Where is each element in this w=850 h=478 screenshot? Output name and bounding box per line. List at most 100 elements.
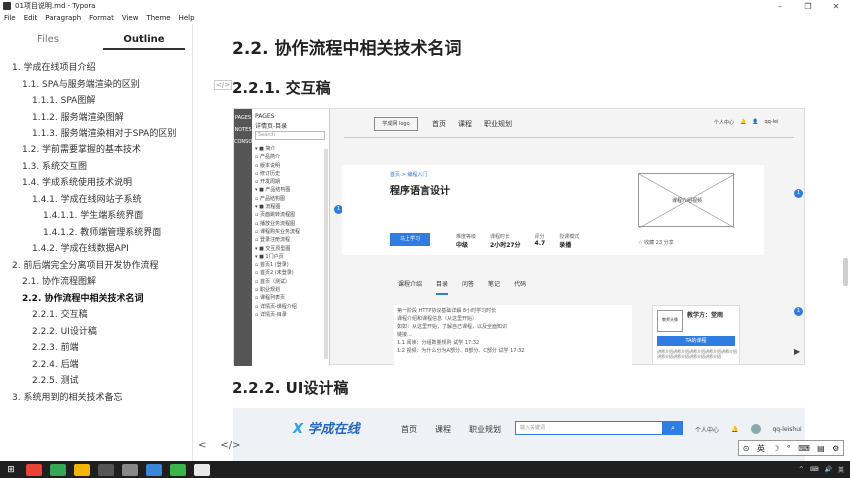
chrome-icon[interactable] [26,463,42,476]
app-icon[interactable] [194,463,210,476]
folder-icon[interactable] [74,463,90,476]
outline-item[interactable]: 2.2.5. 测试 [0,373,192,390]
code-marker-icon[interactable]: </> [214,80,233,90]
wire-learn-button: 马上学习 [390,233,430,246]
window-title: 01项目说明.md - Typora [15,2,96,10]
tool-strip: PAGES NOTES CONSOLE [234,109,259,366]
minimize-button[interactable]: – [766,2,794,11]
tree-item: ▫ 产品简介 [255,154,280,161]
toggle-sidebar-icon[interactable]: < [198,440,206,451]
scrollbar-thumb[interactable] [843,258,848,286]
wire-nav-right: 个人中心 🔔 👤 qq-lei [714,119,779,126]
bell-icon: 🔔 [731,425,739,433]
menu-edit[interactable]: Edit [20,14,42,22]
bell-icon: 🔔 [740,119,747,125]
close-button[interactable]: ✕ [822,2,850,11]
outline-item[interactable]: 2.1. 协作流程图解 [0,274,192,291]
teacher-avatar: 教师头像 [657,310,683,332]
outline-item[interactable]: 3. 系统用到的相关技术备忘 [0,390,192,407]
logo-text: 学成在线 [307,422,360,437]
wire-course-title: 程序语言设计 [390,186,450,197]
outline-item[interactable]: 2.2.4. 后端 [0,357,192,374]
outline-item[interactable]: 1.1. SPA与服务端渲染的区别 [0,77,192,94]
tree-item: ▫ 首页2 (未登录) [255,270,294,277]
menu-view[interactable]: View [118,14,143,22]
search-icon: ⌕ [663,421,683,435]
tray-expand-icon[interactable]: ^ [799,466,804,473]
volume-icon[interactable]: 🔊 [825,466,832,473]
start-button[interactable]: ⊞ [0,465,22,475]
terminal-icon[interactable] [98,463,114,476]
maximize-button[interactable]: ❐ [794,2,822,11]
punctuation-icon[interactable]: ° [787,444,791,453]
stat: 课程时长 2小时27分 [490,233,521,249]
chevron-right-icon: ▶ [794,347,801,356]
taskbar: ⊞ ^ ⌨ 🔊 英 [0,461,850,478]
source-code-mode-icon[interactable]: </> [220,440,240,451]
ui-username: qq-leishui [772,425,802,433]
toolbox-icon[interactable]: ▤ [817,444,825,453]
outline-item[interactable]: 1.3. 系统交互图 [0,159,192,176]
outline-item[interactable]: 1.1.1. SPA图解 [0,93,192,110]
menu-file[interactable]: File [0,14,20,22]
tree-item: ▾ ■ 交互原型图 [255,245,291,252]
outline-item[interactable]: 2.2.1. 交互稿 [0,307,192,324]
tab-outline[interactable]: Outline [96,33,192,50]
outline-item[interactable]: 1.4.1.2. 教师端管理系统界面 [0,225,192,242]
tree-item: ▾ ■ 1门户页 [255,253,284,260]
ime-logo-icon[interactable]: ⊙ [743,444,750,453]
stat-value: 录播 [559,242,572,249]
outline-item-active[interactable]: 2.2. 协作流程中相关技术名词 [0,291,192,308]
ime-indicator[interactable]: 英 [838,465,844,474]
menu-format[interactable]: Format [85,14,118,22]
ui-user-center: 个人中心 [695,426,720,434]
system-tray: ^ ⌨ 🔊 英 [799,465,850,474]
outline-item[interactable]: 2.2.3. 前端 [0,340,192,357]
teacher-desc: 讲师介绍讲师介绍讲师介绍讲师介绍讲师介绍讲师介绍讲师介绍讲师介绍讲师介绍 [657,349,737,359]
wechat-icon[interactable] [170,463,186,476]
editor-scrollbar[interactable] [841,24,850,461]
keyboard-icon[interactable]: ⌨ [798,444,810,453]
editor-area[interactable]: 2.2. 协作流程中相关技术名词 </> 2.2.1. 交互稿 PAGES NO… [194,24,840,461]
ime-lang-toggle[interactable]: 英 [757,443,765,454]
outline-item[interactable]: 1.4.1. 学成在线网站子系统 [0,192,192,209]
stat-value: 中级 [456,242,469,249]
pages-panel: PAGES NOTES CONSOLE PAGES 详情页-目录 Search … [234,109,330,366]
gear-icon[interactable]: ⚙ [832,444,839,453]
outline-item[interactable]: 1.1.3. 服务端渲染相对于SPA的区别 [0,126,192,142]
heading-2-2-2: 2.2.2. UI设计稿 [232,379,349,397]
wire-nav-item: 课程 [458,120,472,128]
notes-strip-label: NOTES [234,127,252,133]
wire-breadcrumb: 首页 > 编程入门 [390,172,428,178]
tree-item: ▫ 产品结构图 [255,195,285,202]
panel-subtitle: 详情页-目录 [255,123,288,130]
typora-icon [3,2,11,10]
menu-theme[interactable]: Theme [142,14,174,22]
console-strip-label: CONSOLE [234,139,259,145]
wire-username: qq-lei [764,119,779,125]
moon-icon[interactable]: ☽ [772,444,779,453]
outline-item[interactable]: 1.4. 学成系统使用技术说明 [0,175,192,192]
outline-item[interactable]: 1.2. 学前需要掌握的基本技术 [0,142,192,159]
menu-help[interactable]: Help [175,14,199,22]
browser-icon[interactable] [50,463,66,476]
ime-toolbar: ⊙ 英 ☽ ° ⌨ ▤ ⚙ [738,440,844,456]
outline-item[interactable]: 2.2.2. UI设计稿 [0,324,192,341]
outline-item[interactable]: 1.4.2. 学成在线数据API [0,241,192,258]
outline-item[interactable]: 1. 学成在线项目介绍 [0,60,192,77]
tree-item: ▫ 修订历史 [255,170,280,177]
tree-item: ▫ 课程列表页 [255,295,285,302]
wire-tab: 代码 [514,281,527,288]
keyboard-icon[interactable]: ⌨ [810,466,819,473]
page-tree: ▾ ■ 简介 ▫ 产品简介 ▫ 版本说明 ▫ 修订历史 ▫ 开发周期 ▾ ■ 产… [255,145,300,319]
outline-item[interactable]: 1.4.1.1. 学生端系统界面 [0,208,192,225]
wire-teacher-card: 教师头像 教学方：堂雨 TA的课程 讲师介绍讲师介绍讲师介绍讲师介绍讲师介绍讲师… [652,305,740,365]
outline-item[interactable]: 2. 前后端完全分离项目开发协作流程 [0,258,192,275]
menu-paragraph[interactable]: Paragraph [41,14,85,22]
heading-2-2: 2.2. 协作流程中相关技术名词 [232,39,462,59]
app-icon[interactable] [122,463,138,476]
outline-item[interactable]: 1.1.2. 服务端渲染图解 [0,110,192,127]
tree-item: ▫ 登录注册流程 [255,237,290,244]
typora-task-icon[interactable] [146,463,162,476]
tab-files[interactable]: Files [0,34,96,45]
